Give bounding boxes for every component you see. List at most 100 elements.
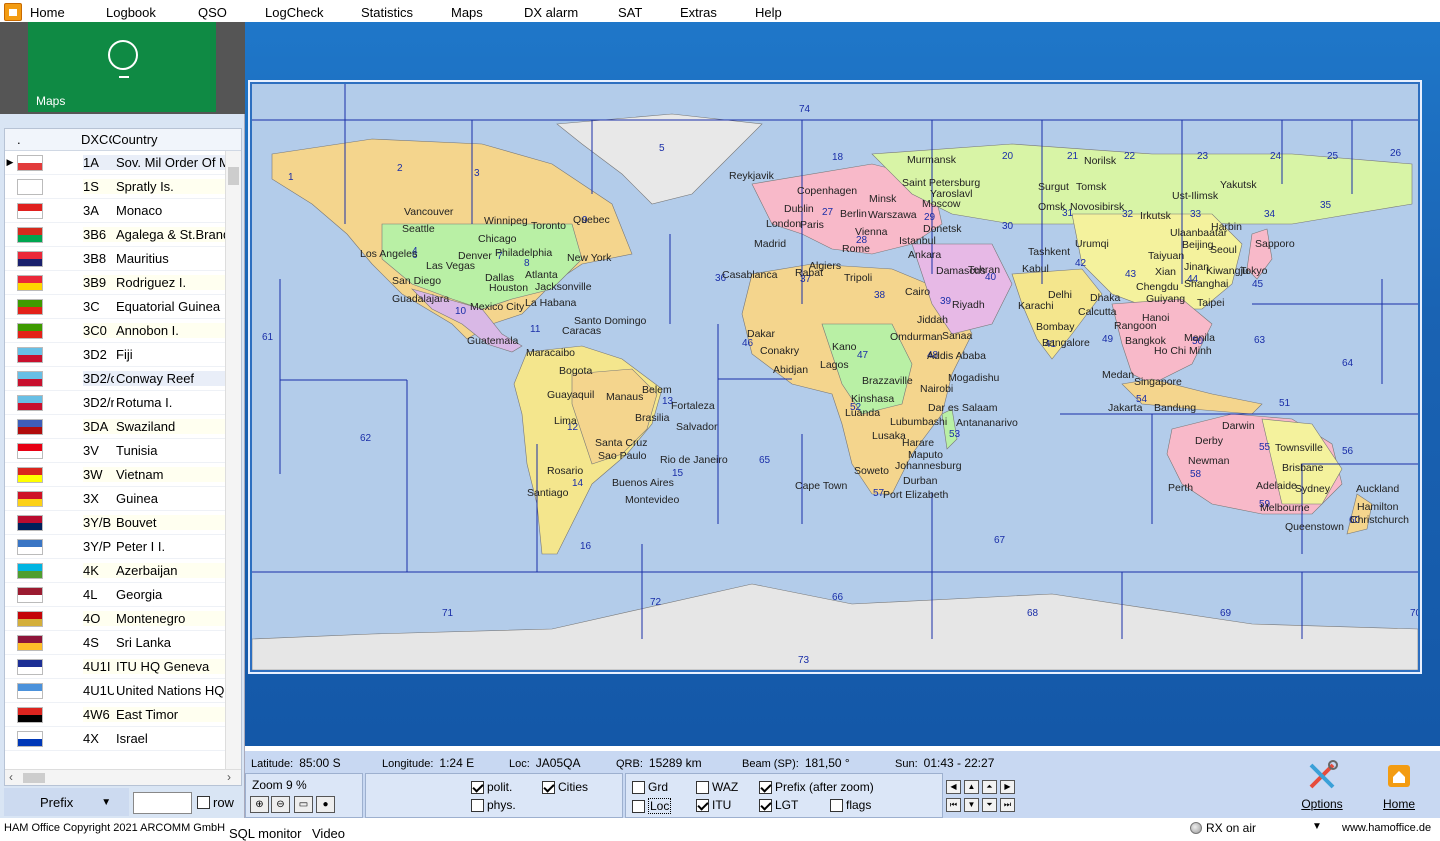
cities-checkbox[interactable]: Cities (542, 780, 588, 794)
table-row[interactable]: 1S Spratly Is. (5, 175, 227, 199)
flags-checkbox-box[interactable] (830, 798, 843, 812)
table-row[interactable]: 4X Israel (5, 727, 227, 751)
cities-checkbox-box[interactable] (542, 780, 555, 794)
phys-checkbox[interactable]: phys. (471, 798, 516, 812)
city-label: Sao Paulo (598, 450, 647, 462)
city-label: Rosario (547, 465, 583, 477)
loc-checkbox[interactable]: Loc (632, 798, 672, 814)
table-row[interactable]: 4L Georgia (5, 583, 227, 607)
menu-home[interactable]: Home (30, 5, 65, 20)
lgt-checkbox[interactable]: LGT (759, 798, 798, 812)
table-row[interactable]: 3B6Agalega & St.Brandon (5, 223, 227, 247)
horizontal-scrollbar[interactable]: ‹ › (5, 769, 241, 785)
city-label: Montevideo (625, 494, 679, 506)
rx-dropdown-icon[interactable]: ▼ (1312, 821, 1322, 832)
app-home-icon[interactable] (4, 3, 22, 21)
horizontal-scrollbar-thumb[interactable] (23, 773, 45, 783)
table-row[interactable]: 3X Guinea (5, 487, 227, 511)
table-row[interactable]: 4S Sri Lanka (5, 631, 227, 655)
menu-qso[interactable]: QSO (198, 5, 227, 20)
vertical-scrollbar[interactable] (225, 151, 241, 771)
waz-checkbox-box[interactable] (696, 780, 709, 794)
pan-top-icon[interactable]: ⏶ (982, 780, 997, 794)
scroll-right-icon[interactable]: › (227, 770, 231, 784)
waz-checkbox[interactable]: WAZ (696, 780, 738, 794)
maps-tile[interactable]: Maps (28, 22, 216, 112)
table-row[interactable]: 4O Montenegro (5, 607, 227, 631)
menu-help[interactable]: Help (755, 5, 782, 20)
city-label: Bogota (559, 365, 592, 377)
pan-down-icon[interactable]: ▼ (964, 798, 979, 812)
country-grid[interactable]: . DXCC Country ▶ 1ASov. Mil Order Of Malt… (4, 128, 242, 786)
prefix-checkbox[interactable]: Prefix (after zoom) (759, 780, 874, 794)
city-label: Berlin (840, 208, 867, 220)
lgt-checkbox-box[interactable] (759, 798, 772, 812)
grid-header: . DXCC Country (5, 129, 241, 151)
city-label: Belem (642, 384, 672, 396)
zoom-window-icon[interactable]: ▭ (294, 796, 313, 813)
table-row[interactable]: 3Y/P Peter I I. (5, 535, 227, 559)
city-label: Lagos (820, 359, 849, 371)
menu-extras[interactable]: Extras (680, 5, 717, 20)
column-header-dxcc[interactable]: DXCC (81, 132, 112, 147)
grd-checkbox-box[interactable] (632, 780, 645, 794)
table-row[interactable]: 3Y/B Bouvet (5, 511, 227, 535)
table-row[interactable]: ▶ 1ASov. Mil Order Of Malta (5, 151, 227, 175)
sql-monitor-link[interactable]: SQL monitor (229, 826, 302, 841)
website-link[interactable]: www.hamoffice.de (1342, 822, 1431, 834)
row-checkbox-box[interactable] (197, 796, 210, 809)
table-row[interactable]: 4U1U United Nations HQ (5, 679, 227, 703)
table-row[interactable]: 3DA Swaziland (5, 415, 227, 439)
zoom-out-icon[interactable]: ⊖ (271, 796, 290, 813)
phys-checkbox-box[interactable] (471, 798, 484, 812)
zoom-in-icon[interactable]: ⊕ (250, 796, 269, 813)
table-row[interactable]: 3D2/r Rotuma I. (5, 391, 227, 415)
globe-view-icon[interactable]: ● (316, 796, 335, 813)
menu-logbook[interactable]: Logbook (106, 5, 156, 20)
column-header-country[interactable]: Country (112, 132, 241, 147)
table-row[interactable]: 3A Monaco (5, 199, 227, 223)
table-row[interactable]: 3D2/c Conway Reef (5, 367, 227, 391)
scrollbar-thumb[interactable] (228, 167, 239, 185)
table-row[interactable]: 4U1I ITU HQ Geneva (5, 655, 227, 679)
video-link[interactable]: Video (312, 826, 345, 841)
row-checkbox[interactable]: row (197, 795, 234, 810)
menu-dx-alarm[interactable]: DX alarm (524, 5, 578, 20)
menu-sat[interactable]: SAT (618, 5, 642, 20)
pan-left-icon[interactable]: ◀ (946, 780, 961, 794)
table-row[interactable]: 4W6 East Timor (5, 703, 227, 727)
flag-icon (17, 634, 43, 651)
grd-checkbox[interactable]: Grd (632, 780, 668, 794)
scroll-left-icon[interactable]: ‹ (9, 770, 13, 784)
polit-checkbox-box[interactable] (471, 780, 484, 794)
table-row[interactable]: 3D2 Fiji (5, 343, 227, 367)
pan-first-icon[interactable]: ⏮ (946, 798, 961, 812)
sort-dropdown[interactable]: Prefix ▼ (4, 788, 129, 816)
itu-checkbox[interactable]: ITU (696, 798, 731, 812)
city-label: Yakutsk (1220, 179, 1257, 191)
prefix-checkbox-box[interactable] (759, 780, 772, 794)
table-row[interactable]: 3B8 Mauritius (5, 247, 227, 271)
pan-bottom-icon[interactable]: ⏷ (982, 798, 997, 812)
table-row[interactable]: 3C Equatorial Guinea (5, 295, 227, 319)
options-button[interactable]: Options (1290, 759, 1354, 817)
pan-last-icon[interactable]: ⏭ (1000, 798, 1015, 812)
home-button[interactable]: Home (1367, 759, 1431, 817)
pan-right-icon[interactable]: ▶ (1000, 780, 1015, 794)
table-row[interactable]: 3W Vietnam (5, 463, 227, 487)
pan-up-icon[interactable]: ▲ (964, 780, 979, 794)
table-row[interactable]: 4K Azerbaijan (5, 559, 227, 583)
search-input[interactable] (133, 792, 192, 814)
menu-logcheck[interactable]: LogCheck (265, 5, 324, 20)
menu-maps[interactable]: Maps (451, 5, 483, 20)
table-row[interactable]: 3B9 Rodriguez I. (5, 271, 227, 295)
flags-checkbox[interactable]: flags (830, 798, 871, 812)
world-map[interactable]: 1 2 3 4 5 6 7 8 9 10 11 12 13 14 15 16 1… (252, 84, 1418, 670)
polit-checkbox[interactable]: polit. (471, 780, 512, 794)
table-row[interactable]: 3C0 Annobon I. (5, 319, 227, 343)
menu-statistics[interactable]: Statistics (361, 5, 413, 20)
column-header-flag[interactable]: . (5, 132, 81, 147)
itu-checkbox-box[interactable] (696, 798, 709, 812)
table-row[interactable]: 3V Tunisia (5, 439, 227, 463)
loc-checkbox-box[interactable] (632, 799, 645, 813)
